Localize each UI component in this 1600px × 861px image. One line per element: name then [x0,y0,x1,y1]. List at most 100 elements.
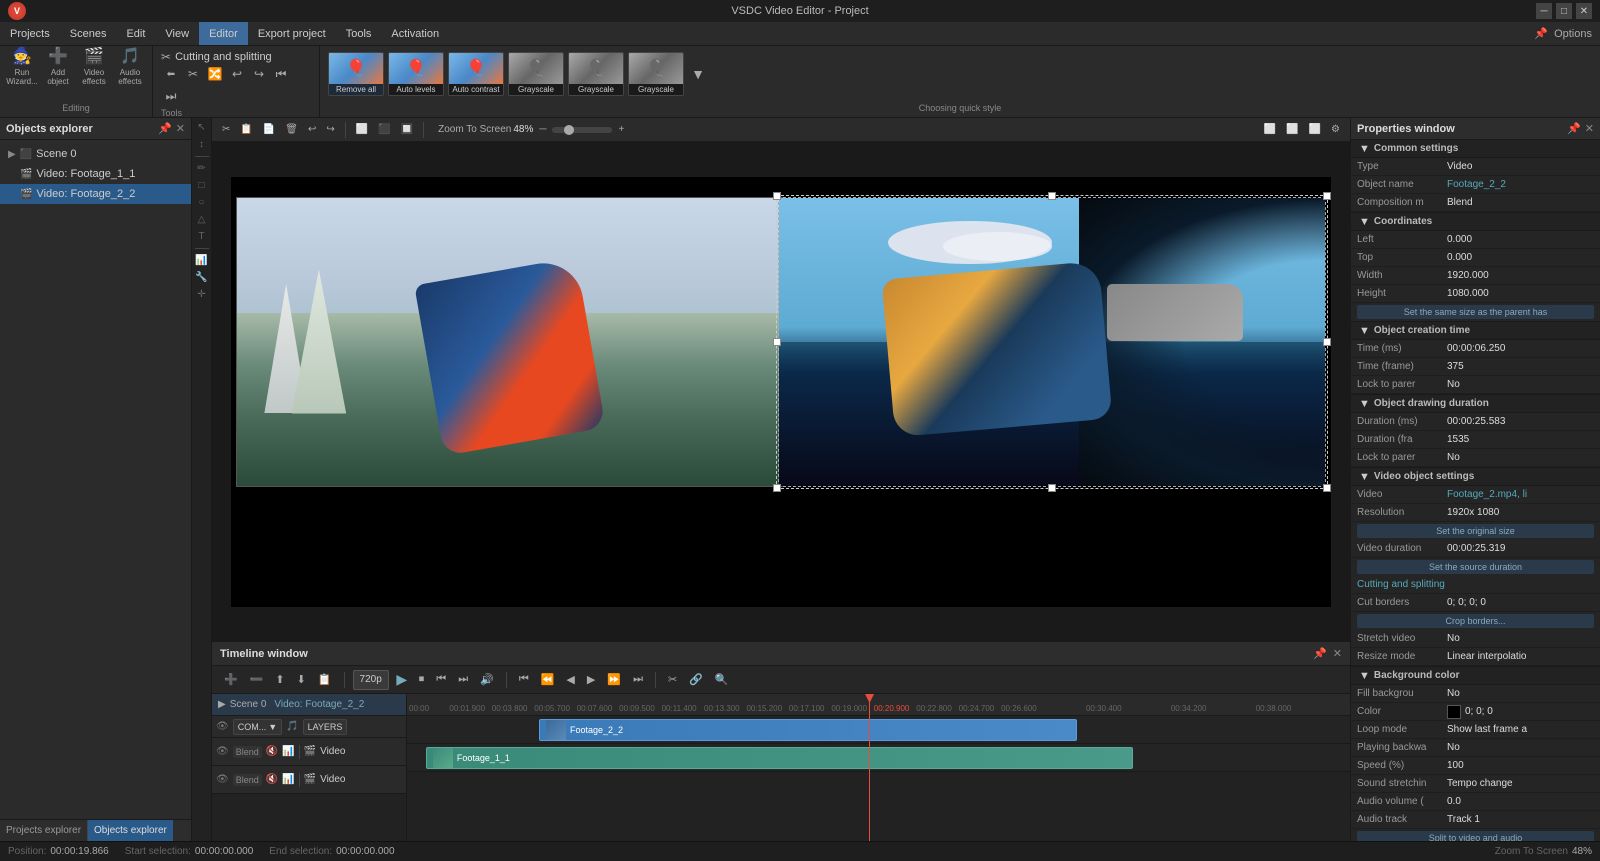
audio-mute-icon-1[interactable]: 🔇 [266,746,278,757]
cut-btn[interactable]: ✂ [218,121,234,139]
canvas-settings-btn[interactable]: ⚙ [1327,121,1344,139]
time-frame-value[interactable]: 375 [1447,361,1594,372]
canvas-right-btn-3[interactable]: ⬜ [1305,121,1325,139]
qs-grayscale-1[interactable]: 🎈 Grayscale [508,52,564,96]
close-objects-icon[interactable]: ✕ [176,122,185,135]
tl-play-btn[interactable]: ▶ [393,671,411,689]
menu-activation[interactable]: Activation [381,22,449,45]
menu-projects[interactable]: Projects [0,22,60,45]
tl-down-btn[interactable]: ⬇ [293,670,310,690]
background-color-header[interactable]: ▼ Background color [1351,667,1600,685]
chart-tool[interactable]: 📊 [195,255,209,266]
paste-btn[interactable]: 📄 [259,121,279,139]
cut-tool-btn-4[interactable]: ↩ [227,64,247,84]
tl-fwd-btn[interactable]: ▶ [583,670,599,690]
zoom-slider[interactable] [552,127,612,133]
lock-parent-value1[interactable]: No [1447,379,1594,390]
canvas-right-btn-1[interactable]: ⬜ [1260,121,1280,139]
video-effects-button[interactable]: 🎬 Video effects [78,50,110,82]
common-settings-header[interactable]: ▼ Common settings [1351,140,1600,158]
objects-explorer-tab[interactable]: Objects explorer [88,820,173,841]
color-swatch[interactable] [1447,705,1461,719]
creation-time-header[interactable]: ▼ Object creation time [1351,322,1600,340]
filter-tool[interactable]: 🔧 [195,272,209,283]
cutting-label[interactable]: Cutting and splitting [1357,579,1594,590]
menu-scenes[interactable]: Scenes [60,22,117,45]
menu-tools[interactable]: Tools [336,22,382,45]
vol-icon-2[interactable]: 📊 [282,774,294,785]
split-video-audio-btn[interactable]: Split to video and audio [1357,831,1594,841]
menu-editor[interactable]: Editor [199,22,248,45]
tl-back-btn[interactable]: ◀ [562,670,578,690]
sound-stretch-value[interactable]: Tempo change [1447,778,1594,789]
tl-zoom-btn[interactable]: 🔍 [711,670,733,690]
tl-quality-selector[interactable]: 720p [353,670,389,690]
coordinates-header[interactable]: ▼ Coordinates [1351,213,1600,231]
set-source-duration-btn[interactable]: Set the source duration [1357,560,1594,574]
tl-up-btn[interactable]: ⬆ [271,670,288,690]
fill-background-value[interactable]: No [1447,688,1594,699]
redo-btn[interactable]: ↪ [322,121,338,139]
close-button[interactable]: ✕ [1576,3,1592,19]
close-timeline-icon[interactable]: ✕ [1333,647,1342,660]
left-value[interactable]: 0.000 [1447,234,1594,245]
pin-timeline-icon[interactable]: 📌 [1313,647,1327,660]
select-all-btn[interactable]: ⬜ [352,121,372,139]
video-file-value[interactable]: Footage_2.mp4, li [1447,489,1594,500]
tl-glue-btn[interactable]: 🔗 [685,670,707,690]
playing-backward-value[interactable]: No [1447,742,1594,753]
minimize-button[interactable]: ─ [1536,3,1552,19]
qs-grayscale-2[interactable]: 🎈 Grayscale [568,52,624,96]
qs-auto-contrast[interactable]: 🎈 Auto contrast [448,52,504,96]
delete-btn[interactable]: 🗑 [281,121,302,139]
tl-add-btn[interactable]: ➕ [220,670,242,690]
menu-export[interactable]: Export project [248,22,336,45]
cut-tool-btn-1[interactable]: ⬅ [161,64,181,84]
menu-edit[interactable]: Edit [116,22,155,45]
audio-track-value[interactable]: Track 1 [1447,814,1594,825]
top-value[interactable]: 0.000 [1447,252,1594,263]
eye-icon-track1[interactable]: 👁 [216,746,229,757]
tl-next-frame-btn[interactable]: ⏭ [454,670,472,690]
tree-footage1[interactable]: 🎬 Video: Footage_1_1 [0,164,191,184]
run-wizard-button[interactable]: 🧙 Run Wizard... [6,50,38,82]
drawing-duration-header[interactable]: ▼ Object drawing duration [1351,395,1600,413]
move-tool[interactable]: ↕ [195,139,209,150]
shape-tool[interactable]: □ [195,180,209,191]
layer-selector[interactable]: COM... ▼ [233,719,282,735]
object-name-value[interactable]: Footage_2_2 [1447,179,1594,190]
lock-parent-value2[interactable]: No [1447,452,1594,463]
circle-tool[interactable]: ○ [195,197,209,208]
tree-footage2[interactable]: 🎬 Video: Footage_2_2 [0,184,191,204]
eye-icon-track2[interactable]: 👁 [216,774,229,785]
clip-footage2[interactable]: Footage_2_2 [539,719,1077,741]
tl-cut-btn[interactable]: ✂ [664,670,681,690]
transform-tool[interactable]: ✛ [195,289,209,300]
copy-btn[interactable]: 📋 [236,121,256,139]
cut-tool-btn-6[interactable]: ⏮ [271,64,291,84]
cut-tool-btn-7[interactable]: ⏭ [161,86,181,106]
tl-prev-frame-btn[interactable]: ⏮ [432,670,450,690]
tl-remove-btn[interactable]: ➖ [246,670,268,690]
triangle-tool[interactable]: △ [195,214,209,225]
canvas-right-btn-2[interactable]: ⬜ [1282,121,1302,139]
time-ms-value[interactable]: 00:00:06.250 [1447,343,1594,354]
dur-frame-value[interactable]: 1535 [1447,434,1594,445]
select-tool[interactable]: ↖ [195,122,209,133]
tl-layers-btn[interactable]: 📋 [314,670,336,690]
audio-volume-value[interactable]: 0.0 [1447,796,1594,807]
tl-step-fwd-btn[interactable]: ⏩ [603,670,625,690]
projects-explorer-tab[interactable]: Projects explorer [0,820,88,841]
loop-mode-value[interactable]: Show last frame a [1447,724,1594,735]
quick-style-more-btn[interactable]: ▼ [688,64,708,84]
height-value[interactable]: 1080.000 [1447,288,1594,299]
cut-tool-btn-3[interactable]: 🔀 [205,64,225,84]
cut-tool-btn-5[interactable]: ↪ [249,64,269,84]
tl-start-btn[interactable]: ⏮ [515,670,533,690]
audio-mute-icon-2[interactable]: 🔇 [266,774,278,785]
add-object-button[interactable]: ➕ Add object [42,50,74,82]
close-props-icon[interactable]: ✕ [1585,122,1594,135]
set-original-size-btn[interactable]: Set the original size [1357,524,1594,538]
cut-tool-btn-2[interactable]: ✂ [183,64,203,84]
tl-stop-btn[interactable]: ⏹ [415,670,429,690]
